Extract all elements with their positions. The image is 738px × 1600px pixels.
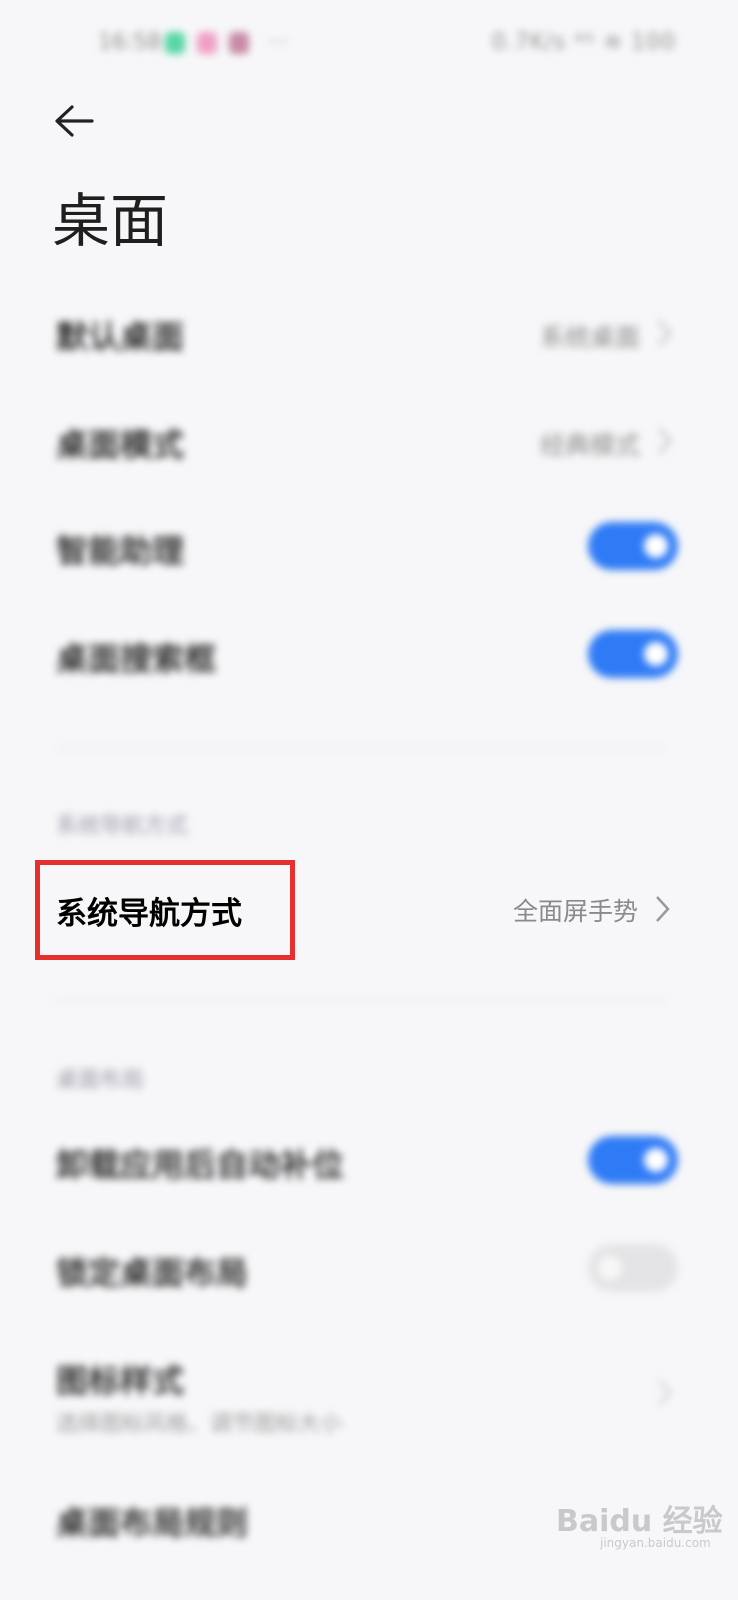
page-title: 桌面 (52, 187, 169, 255)
setting-value: 系统桌面 (539, 323, 640, 352)
status-bar: 16:58 ··· 0.7K/s ⁴ᴳ ≋ 100 (0, 0, 738, 90)
setting-label: 默认桌面 (56, 318, 185, 356)
setting-label: 卸载应用后自动补位 (56, 1146, 345, 1184)
setting-label: 桌面布局规则 (56, 1504, 249, 1542)
chevron-right-icon (658, 320, 672, 346)
setting-row-smart-assistant: 智能助理 (0, 496, 738, 596)
auto-fill-toggle[interactable] (588, 1136, 678, 1184)
divider (56, 1000, 666, 1001)
system-navigation-value: 全面屏手势 (512, 897, 638, 926)
back-button[interactable] (52, 100, 96, 144)
notification-app-icon (197, 32, 217, 54)
status-right-indicators: 0.7K/s ⁴ᴳ ≋ 100 (491, 30, 676, 55)
setting-row-default-desktop[interactable]: 默认桌面 系统桌面 (0, 282, 738, 382)
notification-app-icon (229, 32, 249, 54)
divider (56, 748, 666, 749)
setting-label: 图标样式 (56, 1362, 185, 1400)
baidu-watermark-url: jingyan.baidu.com (600, 1536, 711, 1550)
more-notifications-icon: ··· (268, 30, 289, 55)
setting-description: 选择图标风格、调节图标大小 (56, 1412, 343, 1437)
setting-label: 桌面搜索框 (56, 640, 217, 678)
setting-row-desktop-search: 桌面搜索框 (0, 604, 738, 704)
setting-label: 桌面模式 (56, 426, 185, 464)
notification-app-icon (165, 32, 185, 54)
setting-label: 智能助理 (56, 532, 185, 570)
smart-assistant-toggle[interactable] (588, 522, 678, 570)
lock-layout-toggle[interactable] (588, 1244, 678, 1292)
setting-row-lock-layout: 锁定桌面布局 (0, 1218, 738, 1318)
status-time: 16:58 (98, 30, 162, 55)
section-header-navigation: 系统导航方式 (56, 814, 189, 839)
desktop-search-toggle[interactable] (588, 630, 678, 678)
setting-row-desktop-mode[interactable]: 桌面模式 经典模式 (0, 390, 738, 490)
section-header-layout: 桌面布局 (56, 1068, 145, 1093)
chevron-right-icon (658, 428, 672, 454)
setting-label: 锁定桌面布局 (56, 1254, 249, 1292)
back-arrow-icon (55, 105, 94, 137)
setting-value: 经典模式 (539, 431, 640, 460)
setting-row-icon-style[interactable]: 图标样式 选择图标风格、调节图标大小 (0, 1340, 738, 1440)
highlight-box (35, 860, 295, 960)
chevron-right-icon (656, 896, 670, 922)
baidu-watermark: Baidu 经验 (556, 1504, 723, 1539)
chevron-right-icon (658, 1380, 672, 1406)
setting-row-auto-fill: 卸载应用后自动补位 (0, 1110, 738, 1210)
